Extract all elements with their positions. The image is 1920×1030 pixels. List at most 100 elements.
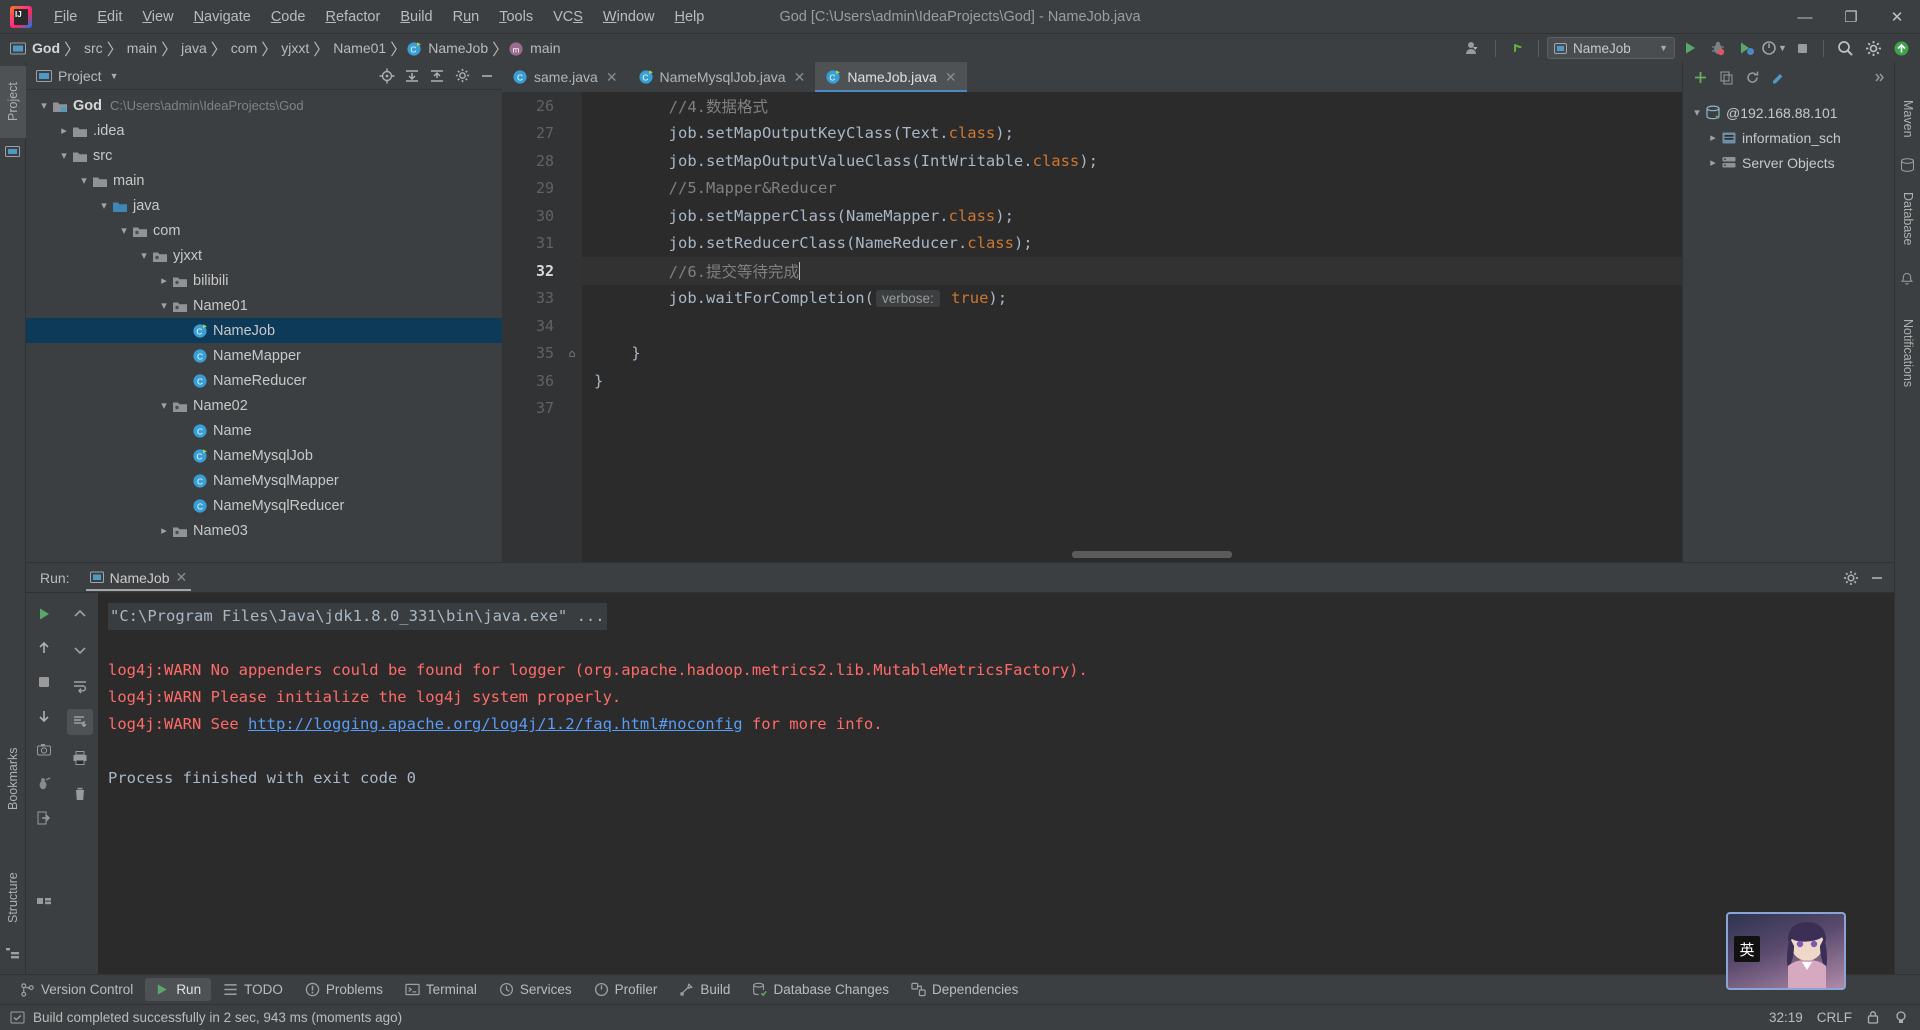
line-number[interactable]: 35: [502, 344, 562, 362]
breadcrumb-item-src[interactable]: src: [80, 39, 107, 57]
copy-icon[interactable]: [1715, 66, 1737, 88]
sidebar-item-project[interactable]: Project: [0, 66, 26, 138]
console-link[interactable]: http://logging.apache.org/log4j/1.2/faq.…: [248, 715, 743, 733]
sidebar-item-maven[interactable]: Maven: [1895, 88, 1920, 150]
line-number[interactable]: 36: [502, 372, 562, 390]
soft-wrap-icon[interactable]: [67, 673, 93, 699]
tree-node-name02[interactable]: ▾ Name02: [26, 393, 502, 418]
line-number[interactable]: 33: [502, 289, 562, 307]
chevron-right-icon[interactable]: ▸: [156, 524, 172, 537]
search-icon[interactable]: [1832, 36, 1858, 60]
line-number[interactable]: 34: [502, 317, 562, 335]
tree-node-namemysqlreducer[interactable]: C NameMysqlReducer: [26, 493, 502, 518]
export-icon[interactable]: [31, 805, 57, 831]
run-tab-namejob[interactable]: NameJob ✕: [82, 565, 196, 591]
breadcrumb-item-main[interactable]: main: [123, 39, 161, 57]
scroll-to-end-icon[interactable]: [67, 709, 93, 735]
menu-item-build[interactable]: Build: [390, 5, 442, 29]
breadcrumb-item-java[interactable]: java: [177, 39, 211, 57]
line-number[interactable]: 26: [502, 97, 562, 115]
rerun-icon[interactable]: [31, 601, 57, 627]
bottom-tab-build[interactable]: Build: [669, 978, 740, 1001]
profiler-icon[interactable]: ▼: [1761, 36, 1787, 60]
close-icon[interactable]: ✕: [945, 69, 957, 86]
collapse-all-icon[interactable]: [426, 65, 448, 87]
vcs-update-icon[interactable]: [1504, 36, 1530, 60]
chevron-right-icon[interactable]: ▸: [56, 124, 72, 137]
tree-node-bilibili[interactable]: ▸ bilibili: [26, 268, 502, 293]
chevron-up-icon[interactable]: [67, 601, 93, 627]
menu-bar[interactable]: File Edit View Navigate Code Refactor Build Run…: [44, 0, 714, 33]
add-icon[interactable]: [1689, 66, 1711, 88]
chevron-down-icon[interactable]: [67, 637, 93, 663]
close-icon[interactable]: ✕: [606, 69, 618, 86]
menu-item-refactor[interactable]: Refactor: [316, 5, 391, 29]
tree-node-java[interactable]: ▾ java: [26, 193, 502, 218]
line-number[interactable]: 31: [502, 234, 562, 252]
tree-node-namereducer[interactable]: C NameReducer: [26, 368, 502, 393]
bottom-tab-problems[interactable]: Problems: [295, 978, 393, 1001]
tree-node-god[interactable]: ▾ God C:\Users\admin\IdeaProjects\God: [26, 93, 502, 118]
menu-item-code[interactable]: Code: [261, 5, 316, 29]
close-button[interactable]: ✕: [1874, 0, 1920, 34]
chevron-down-icon[interactable]: ▾: [76, 174, 92, 187]
tree-node-namemysqljob[interactable]: C NameMysqlJob: [26, 443, 502, 468]
tree-node-name01[interactable]: ▾ Name01: [26, 293, 502, 318]
database-tree[interactable]: ▾ @192.168.88.101 ▸ information_sch ▸ Server …: [1683, 92, 1894, 175]
gear-icon[interactable]: [1840, 567, 1862, 589]
breadcrumb-item-name01[interactable]: Name01: [329, 39, 390, 57]
sidebar-item-structure[interactable]: Structure: [0, 858, 26, 938]
run-icon[interactable]: [1677, 36, 1703, 60]
gear-icon[interactable]: [451, 65, 473, 87]
minimize-button[interactable]: —: [1782, 0, 1828, 34]
fold-marker[interactable]: ⌂: [562, 347, 582, 360]
chevron-down-icon[interactable]: ▾: [56, 149, 72, 162]
debug-attach-icon[interactable]: [31, 771, 57, 797]
tree-node-name[interactable]: C Name: [26, 418, 502, 443]
bottom-tab-run[interactable]: Run: [145, 978, 212, 1001]
scroll-down-icon[interactable]: [31, 703, 57, 729]
sidebar-item-bookmarks[interactable]: Bookmarks: [0, 732, 26, 826]
breadcrumb-item-yjxxt[interactable]: yjxxt: [277, 39, 313, 57]
chevron-down-icon[interactable]: ▼: [1778, 43, 1787, 53]
scroll-up-icon[interactable]: [31, 635, 57, 661]
tree-node-name03[interactable]: ▸ Name03: [26, 518, 502, 543]
tree-node--idea[interactable]: ▸ .idea: [26, 118, 502, 143]
tree-node-namejob[interactable]: C NameJob: [26, 318, 502, 343]
line-separator[interactable]: CRLF: [1817, 1010, 1852, 1025]
line-number[interactable]: 27: [502, 124, 562, 142]
menu-item-run[interactable]: Run: [443, 5, 490, 29]
close-icon[interactable]: ✕: [176, 569, 188, 586]
tree-node-com[interactable]: ▾ com: [26, 218, 502, 243]
bottom-tab-database-changes[interactable]: Database Changes: [742, 978, 899, 1001]
menu-item-navigate[interactable]: Navigate: [184, 5, 261, 29]
editor-tab-same-java[interactable]: Csame.java ✕: [502, 62, 628, 92]
chevron-down-icon[interactable]: ▾: [156, 299, 172, 312]
trash-icon[interactable]: [67, 781, 93, 807]
gear-icon[interactable]: [1860, 36, 1886, 60]
tree-node-main[interactable]: ▾ main: [26, 168, 502, 193]
locate-icon[interactable]: [376, 65, 398, 87]
db-node--192-168-88-101[interactable]: ▾ @192.168.88.101: [1683, 100, 1894, 125]
stop-icon[interactable]: [31, 669, 57, 695]
expand-icon[interactable]: [1868, 66, 1890, 88]
chevron-right-icon[interactable]: ▸: [1705, 156, 1721, 169]
bottom-tab-services[interactable]: Services: [489, 978, 582, 1001]
breadcrumb-item-god[interactable]: God: [10, 39, 64, 57]
tree-node-namemysqlmapper[interactable]: C NameMysqlMapper: [26, 468, 502, 493]
line-number[interactable]: 32: [502, 262, 562, 280]
editor-tab-namemysqljob-java[interactable]: C NameMysqlJob.java ✕: [627, 62, 816, 92]
editor-tab-namejob-java[interactable]: C NameJob.java ✕: [815, 62, 967, 92]
bottom-tool-window-bar[interactable]: Version Control Run TODO Problems Terminal Se…: [0, 974, 1920, 1004]
line-number[interactable]: 30: [502, 207, 562, 225]
bottom-tab-todo[interactable]: TODO: [213, 978, 293, 1001]
breadcrumb-item-main[interactable]: m main: [508, 39, 564, 57]
tree-node-src[interactable]: ▾ src: [26, 143, 502, 168]
expand-all-icon[interactable]: [401, 65, 423, 87]
bottom-tab-profiler[interactable]: Profiler: [584, 978, 668, 1001]
editor-horizontal-scrollbar[interactable]: [1072, 551, 1232, 558]
close-icon[interactable]: ✕: [794, 69, 806, 86]
sidebar-item-notifications[interactable]: Notifications: [1895, 294, 1920, 412]
ime-mode-badge[interactable]: 英: [1734, 936, 1760, 962]
hide-icon[interactable]: [1866, 567, 1888, 589]
